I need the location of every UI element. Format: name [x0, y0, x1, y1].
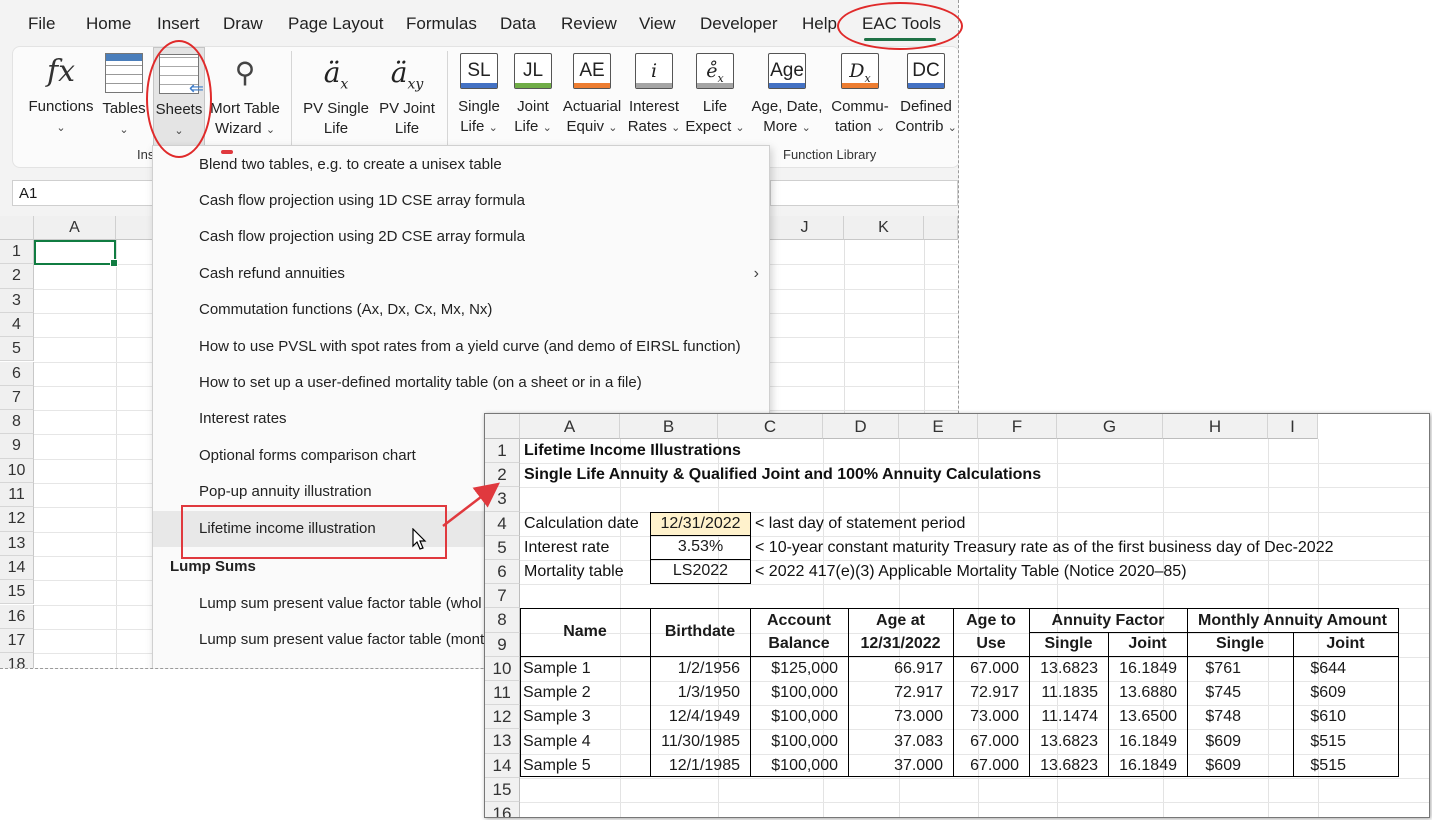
annotation-arrow — [442, 482, 500, 527]
